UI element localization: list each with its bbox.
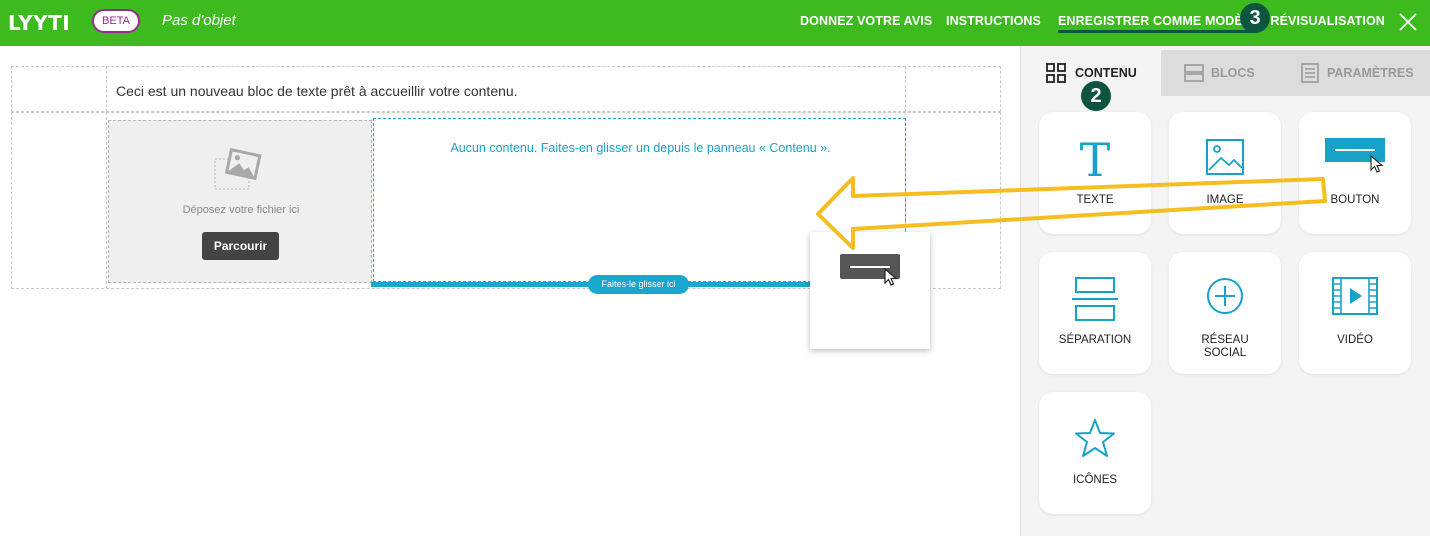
content-item-image-label: IMAGE — [1206, 194, 1244, 206]
text-icon: T — [1080, 134, 1111, 184]
save-as-template-link[interactable]: ENREGISTRER COMME MODÈLE — [1058, 14, 1259, 28]
image-icon — [1206, 139, 1244, 175]
content-item-text-label: TEXTE — [1076, 194, 1114, 206]
tab-blocks-label: BLOCS — [1211, 66, 1255, 80]
content-item-text[interactable]: T TEXTE — [1039, 112, 1151, 234]
drop-file-label: Déposez votre fichier ici — [182, 204, 300, 216]
content-item-button-label: BOUTON — [1330, 194, 1380, 206]
step3-badge: 3 — [1240, 3, 1270, 33]
beta-badge: BETA — [92, 9, 140, 33]
cursor-icon — [884, 268, 898, 286]
content-item-video[interactable]: VIDÉO — [1299, 252, 1411, 374]
tab-blocks[interactable]: BLOCS — [1161, 50, 1277, 96]
feedback-link[interactable]: DONNEZ VOTRE AVIS — [800, 14, 932, 28]
tab-settings[interactable]: PARAMÈTRES — [1277, 50, 1430, 96]
content-item-button[interactable]: BOUTON — [1299, 112, 1411, 234]
button-icon — [1325, 138, 1385, 173]
lyyti-logo: LYYTI — [8, 11, 71, 35]
side-panel: CONTENU BLOCS PARAMÈTRES 2 T TEXTE IMAGE — [1020, 46, 1430, 536]
email-canvas: Ceci est un nouveau bloc de texte prêt à… — [0, 46, 1020, 536]
content-item-icons[interactable]: ICÔNES — [1039, 392, 1151, 514]
top-bar: LYYTI BETA Pas d'objet DONNEZ VOTRE AVIS… — [0, 0, 1430, 46]
close-icon[interactable] — [1396, 10, 1420, 34]
tab-content-label: CONTENU — [1075, 66, 1137, 80]
preview-link[interactable]: PRÉVISUALISATION — [1262, 14, 1385, 28]
video-icon — [1332, 277, 1378, 315]
separator-icon — [1072, 277, 1118, 321]
content-item-separator[interactable]: SÉPARATION — [1039, 252, 1151, 374]
star-icon — [1075, 419, 1115, 457]
email-subject[interactable]: Pas d'objet — [162, 12, 236, 29]
blocks-icon — [1184, 64, 1204, 82]
content-item-social-label-2: SOCIAL — [1203, 347, 1247, 359]
content-item-video-label: VIDÉO — [1337, 334, 1373, 346]
instructions-link[interactable]: INSTRUCTIONS — [946, 14, 1041, 28]
social-plus-icon — [1207, 278, 1243, 314]
drop-here-label: Faites-le glisser ici — [588, 275, 689, 294]
content-item-image[interactable]: IMAGE — [1169, 112, 1281, 234]
content-item-icons-label: ICÔNES — [1072, 474, 1118, 486]
dragged-button-preview[interactable] — [810, 232, 930, 349]
grid-icon — [1046, 63, 1066, 83]
svg-text:T: T — [1080, 134, 1111, 184]
settings-document-icon — [1301, 63, 1319, 83]
browse-button[interactable]: Parcourir — [202, 232, 279, 260]
content-item-social-label-1: RÉSEAU — [1201, 334, 1249, 346]
tab-settings-label: PARAMÈTRES — [1327, 66, 1414, 80]
content-item-separator-label: SÉPARATION — [1058, 334, 1132, 346]
image-upload-block[interactable]: Déposez votre fichier ici Parcourir — [108, 120, 372, 283]
text-block[interactable]: Ceci est un nouveau bloc de texte prêt à… — [116, 83, 518, 99]
empty-column-hint: Aucun contenu. Faites-en glisser un depu… — [450, 141, 831, 155]
step3-underline — [1058, 30, 1254, 33]
step2-badge: 2 — [1081, 81, 1111, 111]
image-placeholder-icon — [214, 147, 262, 190]
content-item-social[interactable]: RÉSEAU SOCIAL — [1169, 252, 1281, 374]
